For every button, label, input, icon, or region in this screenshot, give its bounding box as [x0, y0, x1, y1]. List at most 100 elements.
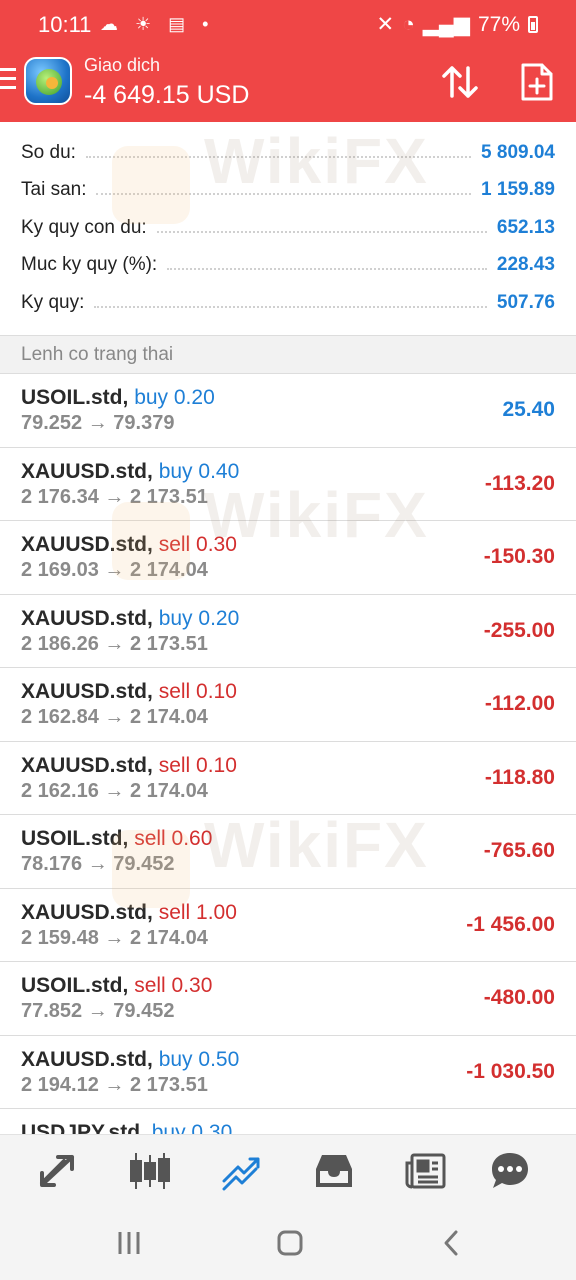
signal-icon: ▂▄▆ — [422, 13, 470, 36]
position-side: sell 1.00 — [158, 900, 237, 924]
position-symbol: XAUUSD.std, — [21, 533, 153, 556]
position-symbol: XAUUSD.std, — [21, 1047, 153, 1071]
position-title: XAUUSD.std, sell 0.10 — [21, 754, 237, 778]
section-title: Lenh co trang thai — [21, 344, 174, 365]
sort-icon[interactable] — [440, 64, 480, 100]
position-symbol: XAUUSD.std, — [21, 680, 153, 703]
position-side: buy 0.50 — [158, 1047, 240, 1071]
quotes-icon[interactable] — [36, 1151, 80, 1191]
position-side: sell 0.60 — [134, 827, 213, 850]
battery-icon — [528, 16, 538, 33]
position-row[interactable]: USOIL.std, buy 0.20 79.252 → 79.379 25.40 — [0, 374, 576, 448]
position-symbol: USOIL.std, — [21, 827, 129, 850]
position-side: buy 0.30 — [151, 1121, 233, 1134]
position-prices: 2 169.03 → 2 174.04 — [21, 559, 208, 581]
position-row[interactable]: XAUUSD.std, sell 0.30 2 169.03 → 2 174.04… — [0, 521, 576, 595]
home-icon[interactable] — [276, 1228, 304, 1258]
summary-label: Muc ky quy (%): — [21, 254, 158, 275]
position-title: XAUUSD.std, sell 0.10 — [21, 680, 237, 704]
app-logo — [24, 57, 72, 105]
recent-apps-icon[interactable] — [116, 1228, 142, 1258]
position-symbol: USOIL.std, — [21, 386, 129, 409]
position-profit: 25.40 — [502, 398, 555, 421]
position-prices: 2 186.26 → 2 173.51 — [21, 632, 208, 655]
dotted-leader — [167, 268, 487, 270]
page-title: Giao dich — [84, 55, 161, 75]
position-profit: -255.00 — [483, 618, 555, 642]
position-symbol: XAUUSD.std, — [21, 606, 153, 630]
position-prices: 78.176 → 79.452 — [21, 853, 175, 875]
position-prices: 2 194.12 → 2 173.51 — [21, 1073, 208, 1096]
summary-label: Ky quy: — [21, 291, 85, 313]
chat-icon[interactable] — [488, 1151, 532, 1191]
position-side: buy 0.20 — [158, 606, 240, 630]
position-profit: -765.60 — [483, 839, 555, 862]
chart-icon[interactable] — [128, 1151, 172, 1191]
mute-icon: ✕ — [376, 13, 395, 36]
summary-value: 228.43 — [496, 254, 555, 275]
position-profit: -1 030.50 — [466, 1059, 555, 1083]
position-symbol: XAUUSD.std, — [21, 900, 153, 924]
position-title: USDJPY.std, buy 0.30 — [21, 1121, 232, 1134]
position-profit: -112.00 — [484, 692, 555, 715]
summary-row: Ky quy con du: 652.13 — [21, 209, 555, 246]
position-profit: -480.00 — [483, 986, 555, 1009]
position-side: sell 0.30 — [158, 533, 237, 556]
summary-label: Tai san: — [21, 179, 87, 200]
position-title: USOIL.std, sell 0.60 — [21, 827, 212, 851]
bottom-nav — [0, 1134, 576, 1208]
summary-label: Ky quy con du: — [21, 216, 147, 238]
position-symbol: USDJPY.std, — [21, 1121, 146, 1134]
summary-value: 1 159.89 — [481, 179, 555, 200]
position-row[interactable]: XAUUSD.std, sell 0.10 2 162.16 → 2 174.04… — [0, 742, 576, 815]
position-side: buy 0.20 — [134, 386, 215, 409]
dotted-leader — [96, 193, 472, 195]
position-row[interactable]: USOIL.std, sell 0.30 77.852 → 79.452 -480.… — [0, 962, 576, 1036]
history-icon[interactable] — [312, 1151, 356, 1191]
position-title: USOIL.std, sell 0.30 — [21, 974, 212, 998]
menu-icon[interactable] — [0, 68, 16, 92]
position-row[interactable]: XAUUSD.std, buy 0.50 2 194.12 → 2 173.51 -… — [0, 1036, 576, 1109]
summary-row: So du: 5 809.04 — [21, 134, 555, 171]
account-summary: So du: 5 809.04 Tai san: 1 159.89 Ky quy con… — [0, 122, 576, 336]
positions-list: USOIL.std, buy 0.20 79.252 → 79.379 25.40 X… — [0, 374, 576, 1134]
summary-row: Muc ky quy (%): 228.43 — [21, 247, 555, 284]
summary-row: Tai san: 1 159.89 — [21, 172, 555, 209]
trade-icon[interactable] — [220, 1151, 264, 1191]
battery-percent: 77% — [477, 12, 520, 36]
position-row[interactable]: XAUUSD.std, sell 1.00 2 159.48 → 2 174.04… — [0, 889, 576, 962]
app-header: 10:11 ☁ ☀ ▤ • ✕ ◔ ▂▄▆ 77% Giao dich -4 6… — [0, 0, 576, 122]
position-prices: 2 159.48 → 2 174.04 — [21, 926, 208, 949]
position-side: sell 0.10 — [158, 680, 237, 703]
position-row[interactable]: XAUUSD.std, buy 0.40 2 176.34 → 2 173.51 -… — [0, 448, 576, 521]
position-profit: -150.30 — [483, 545, 555, 568]
position-prices: 79.252 → 79.379 — [21, 412, 175, 434]
status-notification-icons: ☁ ☀ ▤ • — [100, 14, 215, 34]
position-row[interactable]: XAUUSD.std, buy 0.20 2 186.26 → 2 173.51 -… — [0, 595, 576, 668]
position-row[interactable]: XAUUSD.std, sell 0.10 2 162.84 → 2 174.04… — [0, 668, 576, 742]
new-order-icon[interactable] — [520, 62, 554, 102]
position-profit: -118.80 — [484, 765, 555, 789]
news-icon[interactable] — [404, 1151, 448, 1191]
position-profit: -1 456.00 — [466, 912, 555, 936]
dotted-leader — [94, 305, 487, 308]
position-profit: -113.20 — [484, 471, 555, 495]
back-icon[interactable] — [440, 1228, 462, 1258]
position-prices: 2 162.84 → 2 174.04 — [21, 706, 208, 728]
position-title: XAUUSD.std, buy 0.20 — [21, 607, 239, 631]
position-row[interactable]: USOIL.std, sell 0.60 78.176 → 79.452 -765.… — [0, 815, 576, 889]
open-positions-header: Lenh co trang thai — [0, 336, 576, 374]
status-bar: 10:11 ☁ ☀ ▤ • ✕ ◔ ▂▄▆ 77% — [0, 0, 576, 48]
position-symbol: XAUUSD.std, — [21, 753, 153, 777]
position-title: XAUUSD.std, sell 0.30 — [21, 533, 237, 557]
position-row[interactable]: USDJPY.std, buy 0.30 — [0, 1109, 576, 1134]
position-side: buy 0.40 — [158, 459, 240, 483]
position-symbol: XAUUSD.std, — [21, 459, 153, 483]
position-side: sell 0.10 — [158, 753, 237, 777]
summary-value: 652.13 — [496, 216, 555, 238]
position-prices: 2 176.34 → 2 173.51 — [21, 485, 208, 508]
status-time: 10:11 — [38, 12, 92, 37]
dotted-leader — [156, 230, 487, 233]
position-title: XAUUSD.std, buy 0.40 — [21, 460, 239, 484]
summary-value: 5 809.04 — [481, 141, 555, 163]
